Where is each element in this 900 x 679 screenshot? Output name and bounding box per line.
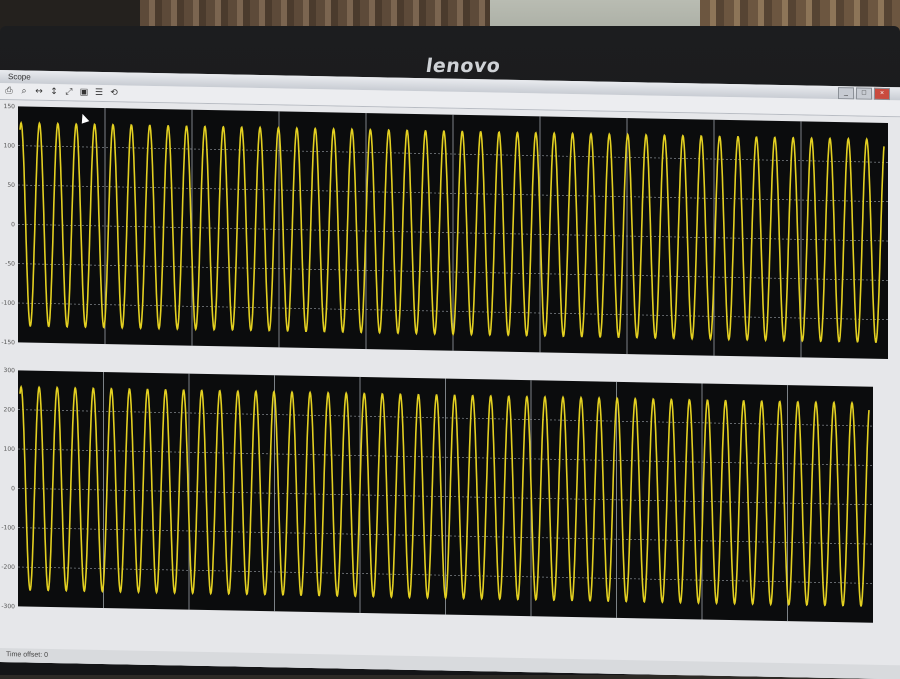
zoom-icon[interactable]: ⌕: [19, 86, 29, 96]
scope-panel-1: 150 100 50 0 -50 -100 -150: [1, 103, 888, 360]
y-tick-label: 100: [4, 142, 16, 149]
y-tick-label: 0: [11, 221, 15, 228]
y-tick-label: -100: [1, 300, 15, 307]
scope-axes: 150 100 50 0 -50 -100 -150 300 200 100 0 -100 -200 -3…: [1, 103, 888, 623]
y-tick-label: -100: [1, 524, 15, 531]
zoom-y-icon[interactable]: ↕: [49, 87, 59, 97]
window-controls: _ □ ×: [838, 87, 890, 101]
zoom-x-icon[interactable]: ↔: [34, 87, 44, 97]
status-text: Time offset: 0: [6, 651, 49, 659]
autoscale-icon[interactable]: ⤢: [64, 87, 74, 97]
y-tick-label: -150: [1, 339, 15, 346]
close-button[interactable]: ×: [874, 87, 890, 101]
y-tick-label: -50: [5, 260, 15, 267]
y-tick-label: 200: [4, 406, 16, 413]
scope-panel-2: 300 200 100 0 -100 -200 -300: [1, 367, 873, 623]
y-tick-label: -200: [1, 564, 15, 571]
y-tick-label: 300: [4, 367, 16, 374]
restore-icon[interactable]: ⟲: [109, 88, 119, 98]
maximize-button[interactable]: □: [856, 87, 872, 100]
y-tick-label: -300: [1, 603, 15, 610]
minimize-button[interactable]: _: [838, 87, 854, 100]
y-tick-label: 50: [7, 182, 15, 189]
monitor-brand-logo: lenovo: [424, 55, 502, 77]
save-axes-icon[interactable]: ▣: [79, 88, 89, 98]
y-tick-label: 100: [4, 446, 16, 453]
plot-area: 150 100 50 0 -50 -100 -150 300 200 100 0 -100 -200 -3…: [0, 100, 900, 679]
scope-window: Scope _ □ × ⎙ ⌕ ↔ ↕ ⤢ ▣ ☰ ⟲ 150 100 50 0 -50…: [0, 70, 900, 679]
params-icon[interactable]: ☰: [94, 88, 104, 98]
print-icon[interactable]: ⎙: [4, 86, 14, 96]
y-tick-label: 0: [11, 485, 15, 492]
window-title: Scope: [8, 72, 31, 82]
y-tick-label: 150: [4, 103, 16, 110]
